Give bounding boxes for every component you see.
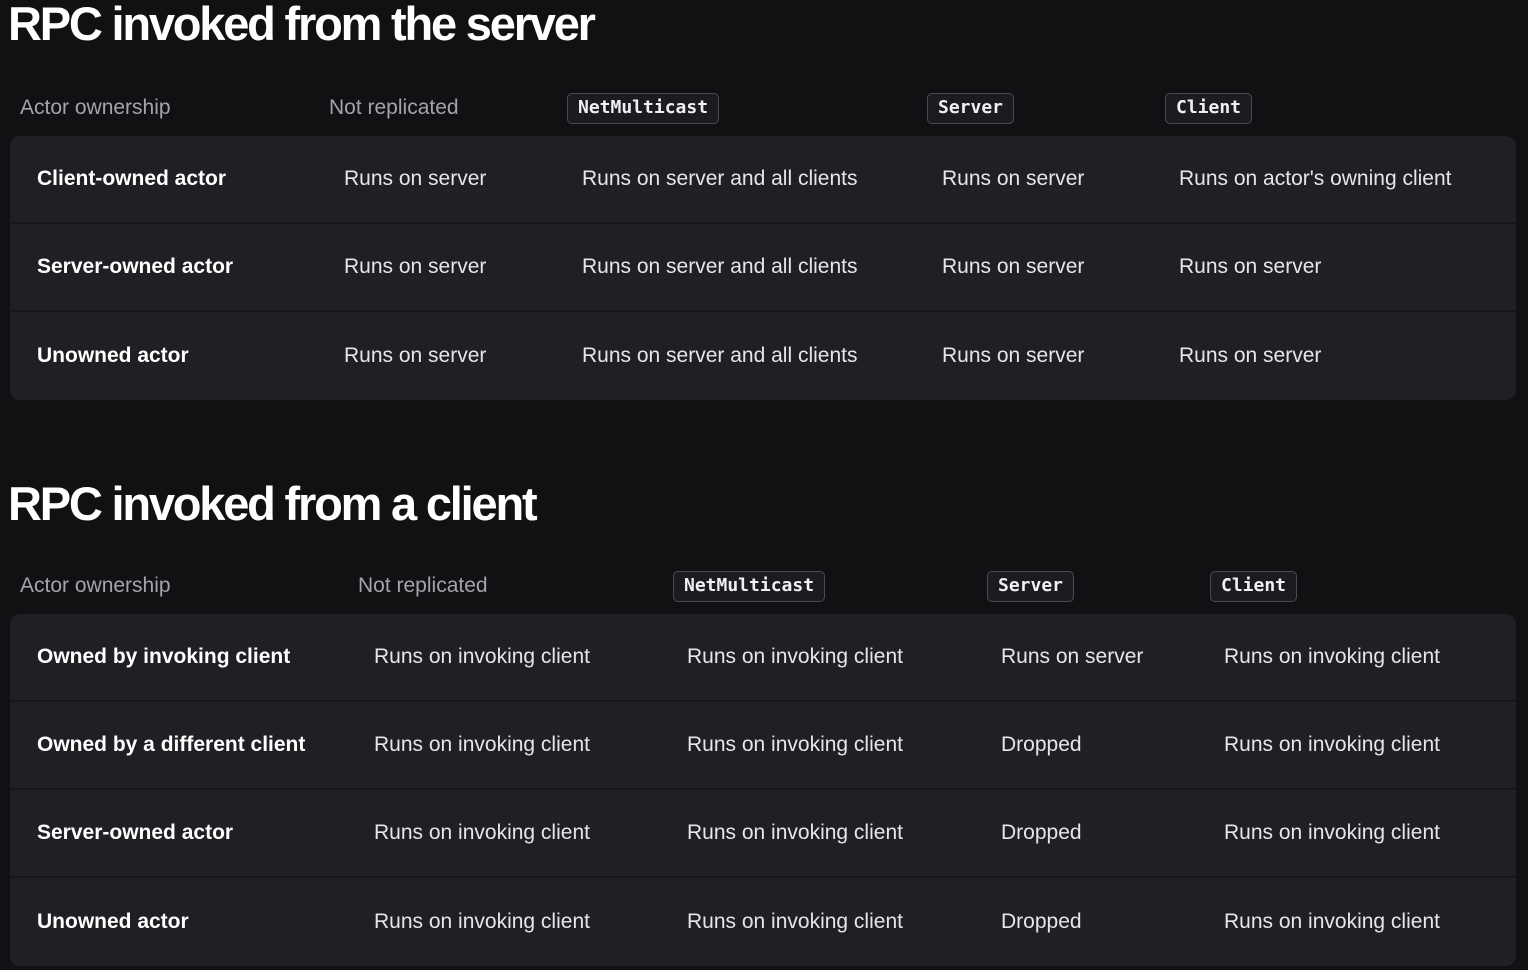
table-cell: Dropped [1001, 821, 1082, 844]
table-cell: Runs on invoking client [374, 821, 590, 844]
header-actor-ownership: Actor ownership [20, 96, 171, 119]
row-header: Owned by invoking client [37, 645, 291, 668]
table-cell: Runs on invoking client [1224, 821, 1440, 844]
row-header: Unowned actor [37, 910, 189, 933]
table-cell: Runs on server [942, 344, 1085, 367]
table-cell: Runs on actor's owning client [1179, 167, 1452, 190]
table-cell: Runs on invoking client [1224, 733, 1440, 756]
table-cell: Runs on server [344, 255, 487, 278]
row-header: Server-owned actor [37, 821, 234, 844]
table-cell: Runs on server and all clients [582, 255, 858, 278]
table-cell: Runs on invoking client [687, 910, 903, 933]
table-cell: Runs on invoking client [687, 645, 903, 668]
table-row: Server-owned actor Runs on invoking clie… [10, 790, 1516, 878]
table-cell: Runs on invoking client [374, 733, 590, 756]
header-client: Client [1210, 566, 1298, 606]
row-header: Unowned actor [37, 344, 189, 367]
header-server: Server [987, 566, 1075, 606]
table-row: Owned by invoking client Runs on invokin… [10, 614, 1516, 702]
client-section-title: RPC invoked from a client [8, 477, 538, 530]
header-netmulticast: NetMulticast [673, 566, 826, 606]
table-row: Unowned actor Runs on invoking client Ru… [10, 878, 1516, 966]
table-row: Client-owned actor Runs on server Runs o… [10, 136, 1516, 224]
table-cell: Runs on server [344, 167, 487, 190]
table-cell: Runs on server [1179, 344, 1322, 367]
table-cell: Runs on invoking client [374, 645, 590, 668]
table-cell: Runs on invoking client [374, 910, 590, 933]
header-actor-ownership: Actor ownership [20, 574, 171, 597]
table-cell: Dropped [1001, 733, 1082, 756]
client-table-header: Actor ownership Not replicated NetMultic… [0, 566, 1528, 606]
table-row: Server-owned actor Runs on server Runs o… [10, 224, 1516, 312]
header-netmulticast: NetMulticast [567, 88, 720, 128]
row-header: Owned by a different client [37, 733, 306, 756]
table-cell: Runs on server and all clients [582, 167, 858, 190]
server-table-body: Client-owned actor Runs on server Runs o… [10, 136, 1516, 400]
server-table-header: Actor ownership Not replicated NetMultic… [0, 88, 1528, 128]
header-not-replicated: Not replicated [329, 96, 459, 119]
table-row: Unowned actor Runs on server Runs on ser… [10, 312, 1516, 400]
client-table-body: Owned by invoking client Runs on invokin… [10, 614, 1516, 966]
table-cell: Runs on server [1179, 255, 1322, 278]
table-cell: Runs on server [1001, 645, 1144, 668]
table-cell: Runs on invoking client [687, 821, 903, 844]
table-cell: Runs on invoking client [1224, 910, 1440, 933]
table-row: Owned by a different client Runs on invo… [10, 702, 1516, 790]
row-header: Client-owned actor [37, 167, 227, 190]
table-cell: Runs on server [942, 255, 1085, 278]
server-section-title: RPC invoked from the server [8, 0, 596, 50]
table-cell: Runs on server [344, 344, 487, 367]
table-cell: Runs on server and all clients [582, 344, 858, 367]
table-cell: Runs on invoking client [687, 733, 903, 756]
header-not-replicated: Not replicated [358, 574, 488, 597]
header-server: Server [927, 88, 1015, 128]
table-cell: Runs on server [942, 167, 1085, 190]
table-cell: Runs on invoking client [1224, 645, 1440, 668]
header-client: Client [1165, 88, 1253, 128]
table-cell: Dropped [1001, 910, 1082, 933]
row-header: Server-owned actor [37, 255, 234, 278]
